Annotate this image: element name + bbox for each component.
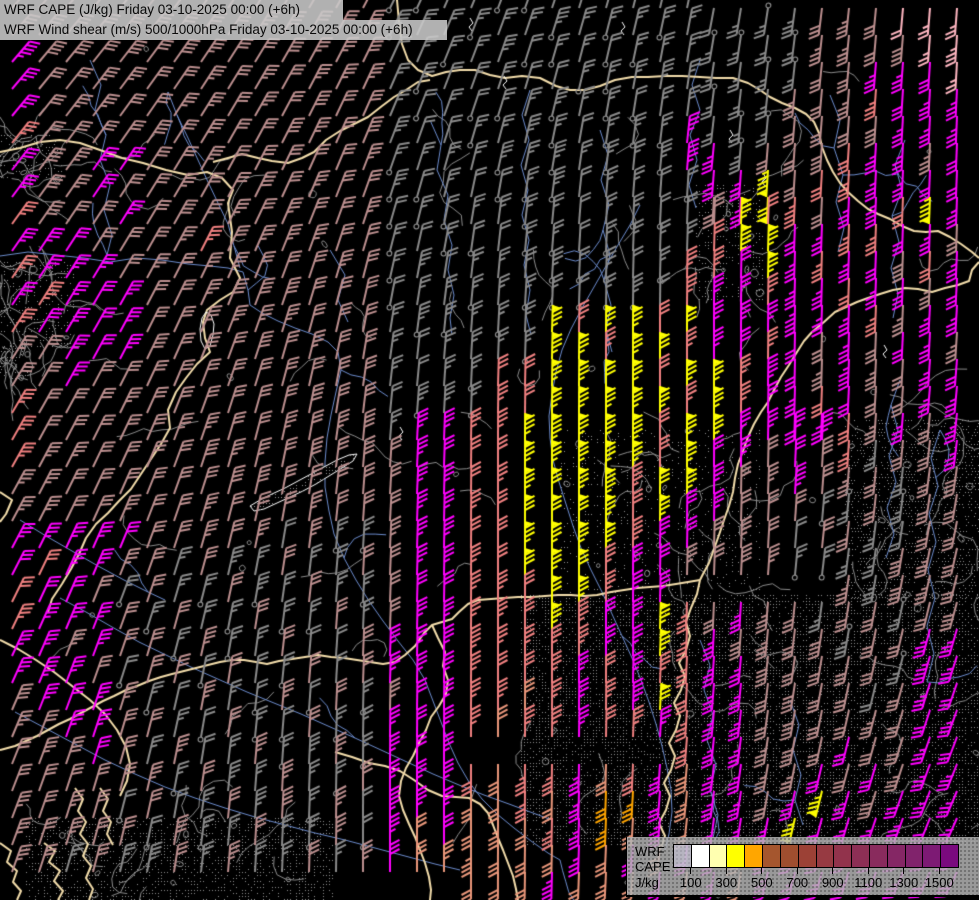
legend-label-unit: J/kg (635, 876, 659, 889)
cape-legend: WRF CAPE J/kg 100 300 500 700 900 1100 1300 150… (626, 837, 979, 897)
colorbar-tick-label: 100 (680, 875, 702, 890)
title-line-cape: WRF CAPE (J/kg) Friday 03-10-2025 00:00 … (0, 0, 343, 20)
colorbar-cell-300 (726, 845, 744, 867)
colorbar-tick (726, 867, 727, 874)
colorbar-cell-600 (780, 845, 798, 867)
legend-label-variable: CAPE (635, 860, 670, 873)
colorbar-tick-label: 1500 (925, 875, 954, 890)
title-line-windshear: WRF Wind shear (m/s) 500/1000hPa Friday … (0, 20, 447, 40)
weather-map-screen: WRF CAPE (J/kg) Friday 03-10-2025 00:00 … (0, 0, 979, 900)
colorbar-tick (939, 867, 940, 874)
colorbar-tick (832, 867, 833, 874)
colorbar-cell-1500 (940, 845, 958, 867)
colorbar-tick (868, 867, 869, 874)
colorbar-tick-label: 500 (751, 875, 773, 890)
colorbar-tick (903, 867, 904, 874)
colorbar-tick (761, 867, 762, 874)
colorbar-cell-500 (762, 845, 780, 867)
colorbar-cell-1300 (905, 845, 923, 867)
legend-label-model: WRF (635, 845, 665, 858)
colorbar-tick-label: 300 (715, 875, 737, 890)
legend-colorbar (673, 844, 959, 868)
colorbar-cell-400 (744, 845, 762, 867)
colorbar-cell-900 (833, 845, 851, 867)
colorbar-cell-1200 (887, 845, 905, 867)
colorbar-cell-800 (816, 845, 834, 867)
map-canvas (0, 0, 979, 900)
colorbar-cell-200 (709, 845, 727, 867)
colorbar-cell-1400 (922, 845, 940, 867)
colorbar-cell-700 (798, 845, 816, 867)
colorbar-cell-1100 (869, 845, 887, 867)
colorbar-tick-label: 1100 (854, 875, 882, 890)
colorbar-cell-0 (674, 845, 691, 867)
colorbar-tick (690, 867, 691, 874)
colorbar-cell-100 (691, 845, 709, 867)
colorbar-tick-label: 900 (822, 875, 844, 890)
colorbar-tick (797, 867, 798, 874)
colorbar-tick-label: 1300 (889, 875, 918, 890)
colorbar-tick-label: 700 (786, 875, 808, 890)
colorbar-cell-1000 (851, 845, 869, 867)
